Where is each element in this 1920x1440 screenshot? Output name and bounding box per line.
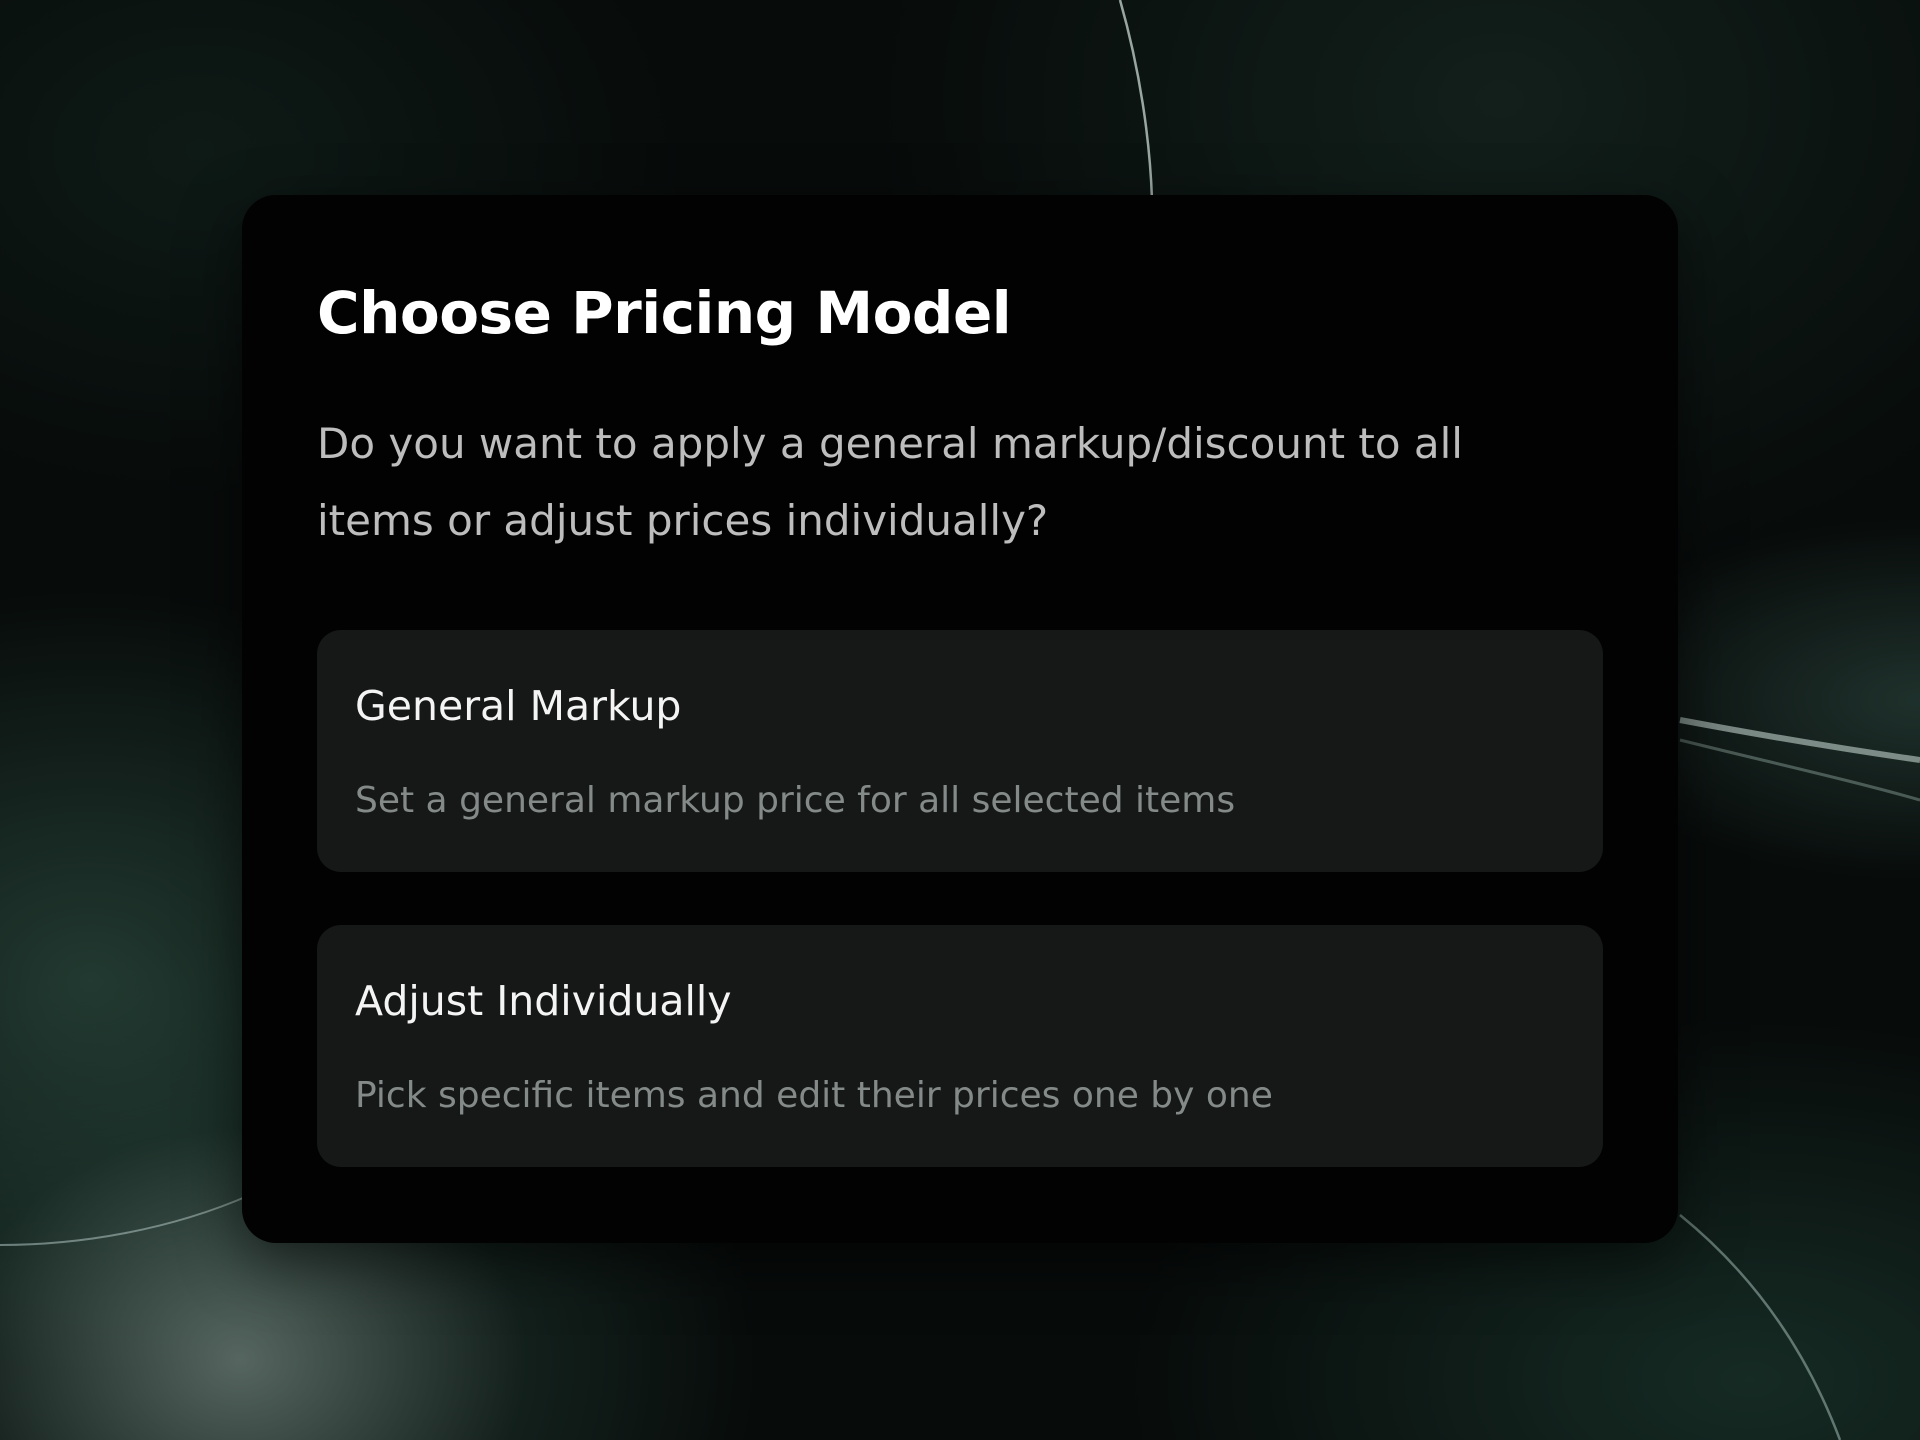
- dialog-title: Choose Pricing Model: [317, 279, 1012, 347]
- adjust-individually-title: Adjust Individually: [355, 977, 732, 1025]
- adjust-individually-description: Pick specific items and edit their price…: [355, 1075, 1273, 1116]
- general-markup-title: General Markup: [355, 682, 682, 730]
- adjust-individually-option[interactable]: Adjust Individually Pick specific items …: [317, 925, 1603, 1167]
- pricing-model-dialog: Choose Pricing Model Do you want to appl…: [242, 195, 1678, 1243]
- general-markup-description: Set a general markup price for all selec…: [355, 780, 1236, 821]
- dialog-subtitle: Do you want to apply a general markup/di…: [317, 419, 1463, 545]
- general-markup-option[interactable]: General Markup Set a general markup pric…: [317, 630, 1603, 872]
